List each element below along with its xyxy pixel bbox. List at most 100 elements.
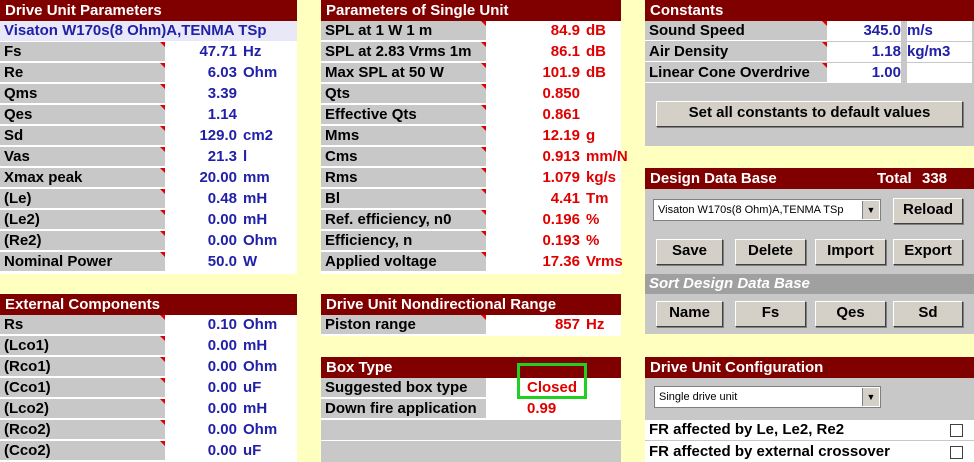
drive-param-value[interactable]: 6.03 (165, 63, 237, 83)
drive-param-value[interactable]: 21.3 (165, 147, 237, 167)
drive-param-row: Fs 47.71 Hz (0, 42, 297, 63)
save-button[interactable]: Save (656, 239, 723, 265)
drive-param-value[interactable]: 0.00 (165, 210, 237, 230)
single-param-row: Applied voltage 17.36 Vrms (321, 252, 623, 273)
import-button[interactable]: Import (815, 239, 886, 265)
default-constants-button[interactable]: Set all constants to default values (656, 101, 963, 127)
single-param-value: 12.19 (486, 126, 580, 146)
drive-param-unit: cm2 (243, 126, 297, 146)
external-param-value[interactable]: 0.00 (165, 336, 237, 356)
single-param-label: Rms (321, 168, 486, 188)
single-param-row: Bl 4.41 Tm (321, 189, 621, 210)
database-header: Design Data Base Total 338 (645, 168, 974, 189)
constants-header: Constants (645, 0, 974, 21)
drive-param-unit (243, 84, 297, 104)
drive-param-unit: mm (243, 168, 297, 188)
external-param-value[interactable]: 0.00 (165, 441, 237, 461)
fr-crossover-label: FR affected by external crossover (645, 441, 974, 462)
drive-param-value[interactable]: 0.00 (165, 231, 237, 251)
drive-param-unit: Ohm (243, 63, 297, 83)
single-param-unit: dB (586, 42, 621, 62)
reload-button[interactable]: Reload (893, 198, 963, 224)
drive-unit-panel: Drive Unit Parameters Visaton W170s(8 Oh… (0, 0, 297, 274)
single-param-label: Qts (321, 84, 486, 104)
drive-param-value[interactable]: 1.14 (165, 105, 237, 125)
external-param-unit: mH (243, 399, 297, 419)
single-param-value: 0.861 (486, 105, 580, 125)
constants-panel: Constants Sound Speed 345.0 m/s Air Density… (645, 0, 974, 146)
drive-param-label: Qms (0, 84, 165, 104)
drive-param-value[interactable]: 50.0 (165, 252, 237, 272)
driver-name[interactable]: Visaton W170s(8 Ohm)A,TENMA TSp (0, 21, 297, 41)
constant-value[interactable]: 1.18 (827, 42, 901, 62)
fr-crossover-checkbox[interactable] (950, 446, 963, 459)
chevron-down-icon[interactable]: ▼ (862, 201, 879, 219)
drive-param-unit: Ohm (243, 231, 297, 251)
sort-name-button[interactable]: Name (656, 301, 723, 327)
sort-header: Sort Design Data Base (645, 274, 974, 294)
single-param-value: 4.41 (486, 189, 580, 209)
single-param-unit: dB (586, 63, 621, 83)
constant-value[interactable]: 345.0 (827, 21, 901, 41)
single-param-row: Cms 0.913 mm/N (321, 147, 628, 168)
sort-sd-button[interactable]: Sd (893, 301, 963, 327)
single-param-unit (586, 105, 621, 125)
single-param-label: Efficiency, n (321, 231, 486, 251)
external-param-unit: mH (243, 336, 297, 356)
database-total-label: Total (877, 170, 912, 187)
drive-param-value[interactable]: 20.00 (165, 168, 237, 188)
single-param-unit: g (586, 126, 621, 146)
drive-param-unit (243, 105, 297, 125)
external-param-row: (Rco1) 0.00 Ohm (0, 357, 297, 378)
export-button[interactable]: Export (893, 239, 963, 265)
drive-param-value[interactable]: 0.48 (165, 189, 237, 209)
external-param-value[interactable]: 0.00 (165, 357, 237, 377)
single-param-row: SPL at 1 W 1 m 84.9 dB (321, 21, 621, 42)
drive-param-unit: Hz (243, 42, 297, 62)
constant-unit: kg/m3 (907, 42, 972, 62)
configuration-panel: Drive Unit Configuration Single drive un… (645, 357, 974, 462)
database-select[interactable]: Visaton W170s(8 Ohm)A,TENMA TSp ▼ (653, 199, 881, 221)
single-param-label: Max SPL at 50 W (321, 63, 486, 83)
constant-label: Linear Cone Overdrive (645, 63, 827, 83)
configuration-select[interactable]: Single drive unit ▼ (654, 386, 881, 408)
drive-param-row: Sd 129.0 cm2 (0, 126, 297, 147)
external-param-unit: Ohm (243, 420, 297, 440)
drive-param-label: Re (0, 63, 165, 83)
single-unit-header: Parameters of Single Unit (321, 0, 621, 21)
nondirectional-panel: Drive Unit Nondirectional Range Piston r… (321, 294, 621, 336)
drive-param-row: (Re2) 0.00 Ohm (0, 231, 297, 252)
drive-param-value[interactable]: 47.71 (165, 42, 237, 62)
sort-fs-button[interactable]: Fs (735, 301, 806, 327)
sort-qes-button[interactable]: Qes (815, 301, 886, 327)
constant-unit: m/s (907, 21, 972, 41)
constant-value[interactable]: 1.00 (827, 63, 901, 83)
external-param-value[interactable]: 0.00 (165, 399, 237, 419)
drive-param-value[interactable]: 129.0 (165, 126, 237, 146)
fr-le-checkbox[interactable] (950, 424, 963, 437)
external-param-value[interactable]: 0.00 (165, 420, 237, 440)
database-title: Design Data Base (650, 170, 777, 187)
chevron-down-icon[interactable]: ▼ (862, 388, 879, 406)
single-param-row: Ref. efficiency, n0 0.196% (321, 210, 621, 231)
single-param-label: Effective Qts (321, 105, 486, 125)
single-param-label: Applied voltage (321, 252, 486, 272)
single-param-label: Mms (321, 126, 486, 146)
drive-param-unit: l (243, 147, 297, 167)
configuration-header: Drive Unit Configuration (645, 357, 974, 378)
single-param-unit: kg/s (586, 168, 621, 188)
fr-le-label: FR affected by Le, Le2, Re2 (645, 420, 974, 440)
delete-button[interactable]: Delete (735, 239, 806, 265)
configuration-selected: Single drive unit (659, 391, 738, 403)
external-param-row: (Cco1) 0.00 uF (0, 378, 297, 399)
external-param-value[interactable]: 0.10 (165, 315, 237, 335)
drive-param-value[interactable]: 3.39 (165, 84, 237, 104)
external-param-label: (Rco1) (0, 357, 165, 377)
database-selected: Visaton W170s(8 Ohm)A,TENMA TSp (658, 204, 844, 216)
nondirectional-param-value: 857 (486, 315, 580, 335)
drive-param-unit: mH (243, 189, 297, 209)
single-param-row: Effective Qts 0.861 (321, 105, 621, 126)
external-param-value[interactable]: 0.00 (165, 378, 237, 398)
drive-param-row: Qes 1.14 (0, 105, 297, 126)
nondirectional-param-row: Piston range 857 Hz (321, 315, 621, 336)
